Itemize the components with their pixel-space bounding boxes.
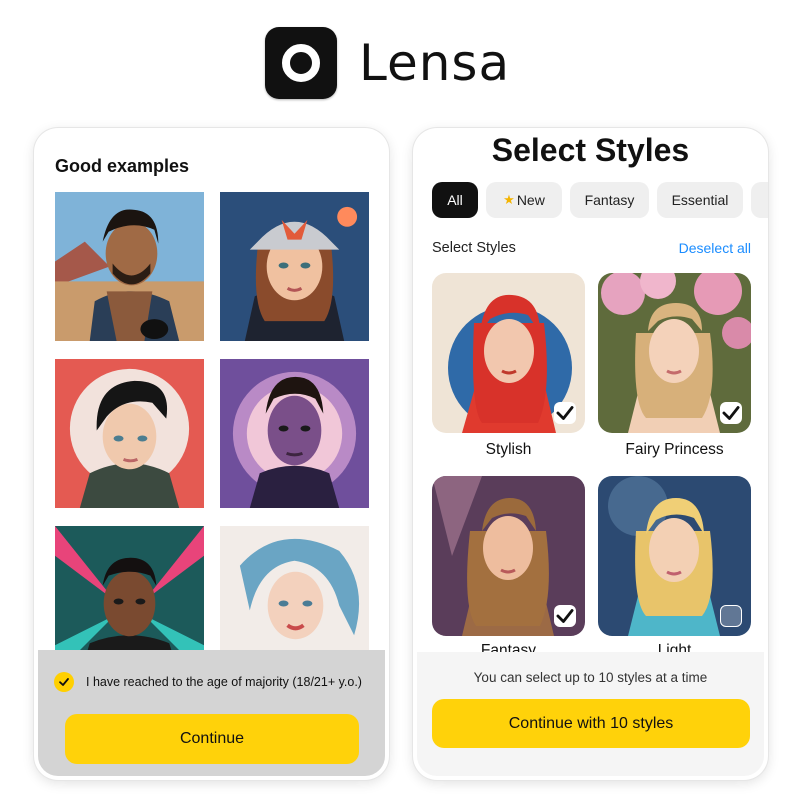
checkmark-icon[interactable] (54, 672, 74, 692)
checkbox-checked-icon[interactable] (720, 402, 742, 424)
style-card-light[interactable] (598, 476, 751, 636)
checkbox-unchecked-icon[interactable] (720, 605, 742, 627)
style-card-fantasy[interactable] (432, 476, 585, 636)
style-card-label: Stylish (485, 441, 532, 458)
tab-overflow[interactable] (751, 182, 768, 218)
section-label: Select Styles (432, 240, 516, 256)
portrait-man-desert (55, 192, 204, 341)
page-title: Select Styles (491, 132, 690, 168)
example-photo (55, 192, 204, 341)
consent-panel: I have reached to the age of majority (1… (38, 650, 385, 776)
deselect-all-link[interactable]: Deselect all (679, 240, 751, 256)
tab-new[interactable]: ★ New (486, 182, 562, 218)
checkbox-checked-icon[interactable] (554, 402, 576, 424)
tab-label: Essential (671, 192, 729, 208)
style-card-stylish[interactable] (432, 273, 585, 433)
checkbox-checked-icon[interactable] (554, 605, 576, 627)
tab-essential[interactable]: Essential (657, 182, 743, 218)
continue-with-styles-button[interactable]: Continue with 10 styles (432, 699, 750, 748)
tab-label: All (447, 192, 463, 208)
style-tabs: All ★ New Fantasy Essential (432, 182, 768, 218)
example-photo (220, 192, 369, 341)
tab-all[interactable]: All (432, 182, 478, 218)
tab-fantasy[interactable]: Fantasy (570, 182, 649, 218)
good-examples-title: Good examples (55, 156, 190, 176)
continue-button[interactable]: Continue (65, 714, 359, 764)
selection-limit-text: You can select up to 10 styles at a time (473, 670, 708, 685)
portrait-man-purple (220, 359, 369, 508)
brand-header: Lensa (265, 26, 565, 100)
age-consent-label: I have reached to the age of majority (1… (86, 675, 362, 689)
tab-label: New (516, 192, 545, 208)
style-card-fairy-princess[interactable] (598, 273, 751, 433)
portrait-woman-short-hair (55, 359, 204, 508)
star-icon: ★ (503, 192, 515, 207)
brand-name: Lensa (359, 34, 511, 92)
onboarding-screen: Good examples I have reached to the age … (34, 128, 389, 780)
lens-ring-icon (265, 27, 337, 99)
styles-footer-panel: You can select up to 10 styles at a time… (417, 652, 764, 776)
example-photo (220, 359, 369, 508)
style-card-label: Fairy Princess (625, 441, 724, 458)
tab-label: Fantasy (584, 192, 635, 208)
select-styles-screen: Select Styles All ★ New Fantasy Essentia… (413, 128, 768, 780)
age-consent-row[interactable]: I have reached to the age of majority (1… (54, 672, 362, 692)
example-photo (55, 359, 204, 508)
portrait-woman-cap (220, 192, 369, 341)
